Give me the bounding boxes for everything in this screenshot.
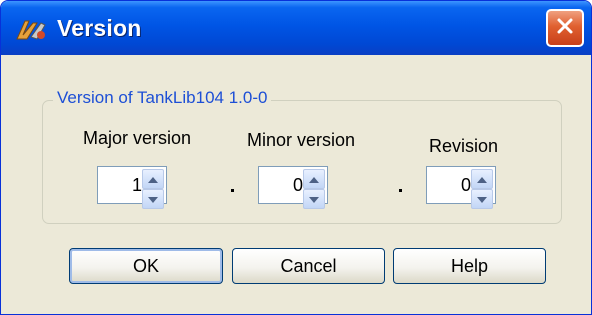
minor-version-value[interactable]: 0 bbox=[259, 167, 303, 203]
arrow-up-icon bbox=[148, 170, 158, 188]
title-bar[interactable]: Version bbox=[1, 1, 591, 55]
version-dialog: Version Version of TankLib104 1.0-0 Majo… bbox=[0, 0, 592, 315]
arrow-up-icon bbox=[309, 170, 319, 188]
major-version-down-button[interactable] bbox=[142, 189, 164, 209]
revision-up-button[interactable] bbox=[471, 169, 493, 189]
cancel-button[interactable]: Cancel bbox=[232, 248, 385, 284]
arrow-up-icon bbox=[477, 170, 487, 188]
major-version-label: Major version bbox=[83, 128, 192, 148]
minor-version-spinner[interactable]: 0 bbox=[258, 166, 328, 209]
window-title: Version bbox=[57, 15, 142, 41]
revision-spinner[interactable]: 0 bbox=[426, 166, 496, 209]
separator-dot bbox=[399, 189, 402, 192]
app-logo-icon bbox=[15, 17, 47, 43]
close-button[interactable] bbox=[546, 9, 584, 47]
revision-spin-buttons bbox=[471, 169, 493, 209]
major-version-value[interactable]: 1 bbox=[98, 167, 142, 203]
arrow-down-icon bbox=[309, 190, 319, 208]
ok-button[interactable]: OK bbox=[69, 248, 223, 284]
help-button[interactable]: Help bbox=[393, 248, 546, 284]
close-icon bbox=[555, 16, 575, 41]
revision-value[interactable]: 0 bbox=[427, 167, 471, 203]
minor-version-down-button[interactable] bbox=[303, 189, 325, 209]
separator-dot bbox=[231, 189, 234, 192]
revision-label: Revision bbox=[429, 136, 499, 156]
revision-down-button[interactable] bbox=[471, 189, 493, 209]
major-version-up-button[interactable] bbox=[142, 169, 164, 189]
arrow-down-icon bbox=[148, 190, 158, 208]
arrow-down-icon bbox=[477, 190, 487, 208]
minor-version-label: Minor version bbox=[247, 130, 356, 150]
major-version-spinner[interactable]: 1 bbox=[97, 166, 167, 209]
minor-version-spin-buttons bbox=[303, 169, 325, 209]
major-version-spin-buttons bbox=[142, 169, 164, 209]
version-group-legend: Version of TankLib104 1.0-0 bbox=[53, 87, 272, 109]
minor-version-up-button[interactable] bbox=[303, 169, 325, 189]
